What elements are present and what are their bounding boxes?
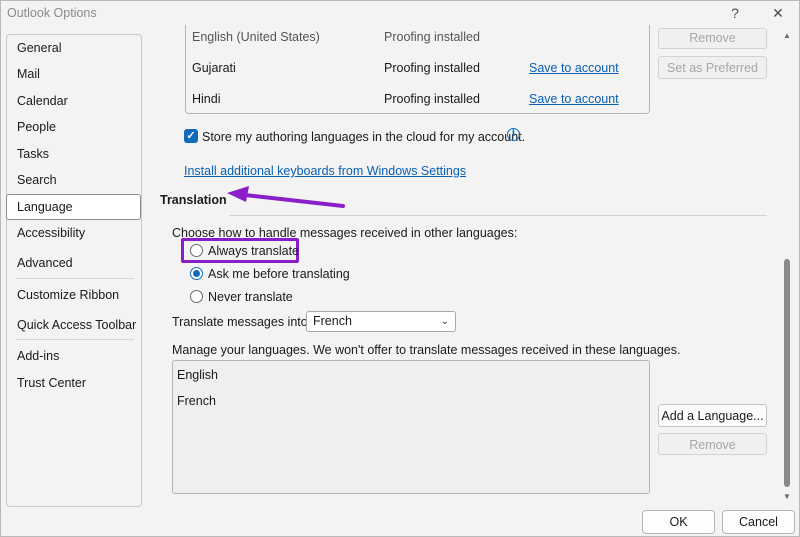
table-row-status: Proofing installed bbox=[384, 30, 480, 44]
window-title: Outlook Options bbox=[7, 6, 97, 20]
never-translate-radio[interactable] bbox=[190, 290, 203, 303]
sidebar-item-advanced[interactable]: Advanced bbox=[7, 251, 141, 275]
info-icon[interactable]: i bbox=[507, 128, 520, 141]
cancel-button[interactable]: Cancel bbox=[722, 510, 795, 534]
remove-proofing-button[interactable]: Remove bbox=[658, 28, 767, 49]
table-row-language[interactable]: English (United States) bbox=[192, 30, 320, 44]
table-row-status: Proofing installed bbox=[384, 92, 480, 106]
proofing-language-table: English (United States) Proofing install… bbox=[185, 25, 650, 114]
scroll-up-arrow-icon[interactable]: ▲ bbox=[782, 31, 792, 41]
help-button[interactable]: ? bbox=[724, 3, 746, 23]
annotation-arrow-icon bbox=[227, 186, 345, 208]
always-translate-label[interactable]: Always translate bbox=[208, 244, 299, 258]
never-translate-label[interactable]: Never translate bbox=[208, 290, 293, 304]
ask-before-translating-radio[interactable] bbox=[190, 267, 203, 280]
table-row-language[interactable]: Gujarati bbox=[192, 61, 236, 75]
scrollbar-thumb[interactable] bbox=[784, 259, 790, 487]
list-item[interactable]: French bbox=[177, 394, 216, 408]
sidebar-item-people[interactable]: People bbox=[7, 115, 141, 139]
add-language-button[interactable]: Add a Language... bbox=[658, 404, 767, 427]
sidebar-item-customize-ribbon[interactable]: Customize Ribbon bbox=[7, 283, 141, 307]
do-not-translate-listbox[interactable]: English French bbox=[172, 360, 650, 494]
always-translate-radio[interactable] bbox=[190, 244, 203, 257]
sidebar-item-quick-access-toolbar[interactable]: Quick Access Toolbar bbox=[7, 313, 141, 337]
sidebar-item-language[interactable]: Language bbox=[6, 194, 141, 220]
manage-languages-label: Manage your languages. We won't offer to… bbox=[172, 343, 681, 357]
ok-button[interactable]: OK bbox=[642, 510, 715, 534]
store-cloud-label: Store my authoring languages in the clou… bbox=[202, 130, 526, 144]
save-to-account-link[interactable]: Save to account bbox=[529, 61, 619, 75]
sidebar-item-accessibility[interactable]: Accessibility bbox=[7, 221, 141, 245]
close-button[interactable]: ✕ bbox=[767, 3, 789, 23]
sidebar-item-trust-center[interactable]: Trust Center bbox=[7, 371, 141, 395]
install-keyboards-link[interactable]: Install additional keyboards from Window… bbox=[184, 164, 466, 178]
sidebar-item-mail[interactable]: Mail bbox=[7, 62, 141, 86]
sidebar-item-calendar[interactable]: Calendar bbox=[7, 89, 141, 113]
table-row-status: Proofing installed bbox=[384, 61, 480, 75]
title-bar: Outlook Options ? ✕ bbox=[1, 1, 800, 25]
translate-into-value: French bbox=[313, 314, 352, 328]
remove-language-button[interactable]: Remove bbox=[658, 433, 767, 455]
save-to-account-link[interactable]: Save to account bbox=[529, 92, 619, 106]
sidebar: General Mail Calendar People Tasks Searc… bbox=[6, 34, 142, 507]
sidebar-item-search[interactable]: Search bbox=[7, 168, 141, 192]
section-divider bbox=[229, 215, 767, 216]
table-row-language[interactable]: Hindi bbox=[192, 92, 221, 106]
list-item[interactable]: English bbox=[177, 368, 218, 382]
sidebar-separator bbox=[16, 278, 134, 279]
translate-into-label: Translate messages into: bbox=[172, 315, 312, 329]
sidebar-item-tasks[interactable]: Tasks bbox=[7, 142, 141, 166]
translate-into-dropdown[interactable]: French ⌄ bbox=[306, 311, 456, 332]
sidebar-separator bbox=[16, 339, 134, 340]
translation-section-header: Translation bbox=[160, 193, 227, 207]
scroll-down-arrow-icon[interactable]: ▼ bbox=[782, 492, 792, 502]
chevron-down-icon: ⌄ bbox=[440, 316, 449, 327]
sidebar-item-add-ins[interactable]: Add-ins bbox=[7, 344, 141, 368]
ask-before-translating-label[interactable]: Ask me before translating bbox=[208, 267, 350, 281]
store-cloud-checkbox[interactable]: ✓ bbox=[184, 129, 198, 143]
sidebar-item-general[interactable]: General bbox=[7, 36, 141, 60]
set-as-preferred-button[interactable]: Set as Preferred bbox=[658, 56, 767, 79]
